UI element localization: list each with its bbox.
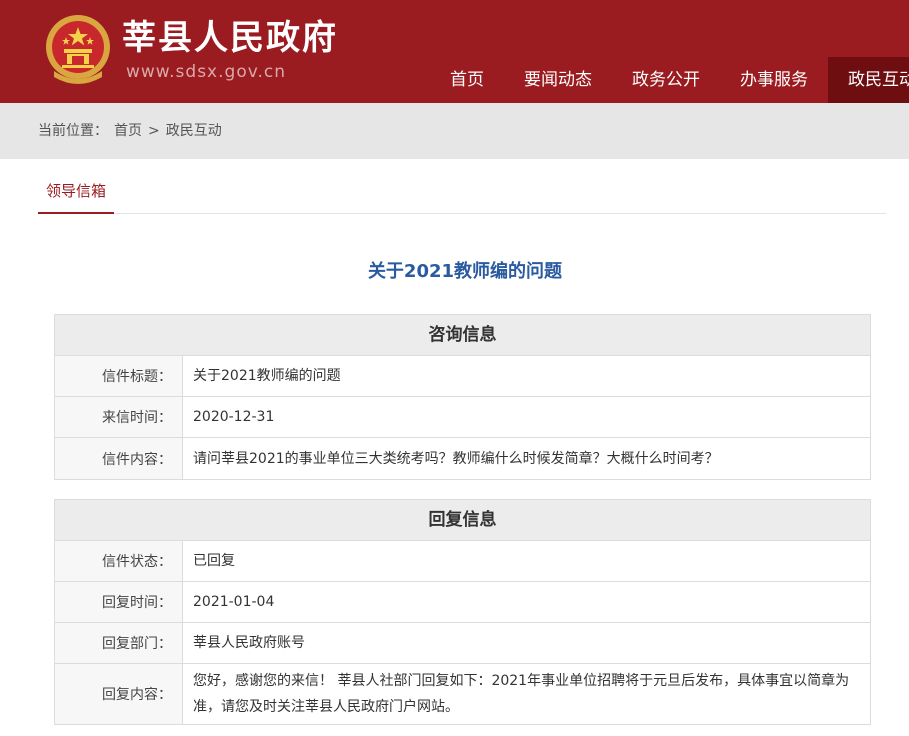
reply-content-label: 回复内容：: [55, 664, 183, 724]
breadcrumb-separator: >: [148, 123, 160, 139]
breadcrumb: 当前位置： 首页 > 政民互动: [38, 120, 228, 140]
table-row: 信件状态： 已回复: [55, 541, 870, 582]
nav-item-public-affairs[interactable]: 政务公开: [612, 57, 720, 103]
breadcrumb-home-link[interactable]: 首页: [114, 123, 142, 139]
page-title: 关于2021教师编的问题: [367, 261, 563, 282]
national-emblem-icon[interactable]: [44, 13, 112, 85]
table-row: 回复内容： 您好，感谢您的来信！ 莘县人社部门回复如下：2021年事业单位招聘将…: [55, 664, 870, 724]
nav-item-services[interactable]: 办事服务: [720, 57, 828, 103]
breadcrumb-bar: 当前位置： 首页 > 政民互动: [0, 103, 909, 159]
nav-item-home[interactable]: 首页: [430, 57, 504, 103]
site-title[interactable]: 莘县人民政府: [122, 16, 338, 60]
letter-title-value: 关于2021教师编的问题: [193, 368, 341, 384]
letter-date-value: 2020-12-31: [193, 409, 275, 425]
reply-department-value: 莘县人民政府账号: [193, 635, 305, 651]
reply-info-heading: 回复信息: [55, 500, 870, 541]
letter-status-value: 已回复: [193, 553, 235, 569]
letter-content-label: 信件内容：: [55, 438, 183, 479]
reply-department-label: 回复部门：: [55, 623, 183, 663]
nav-item-interaction[interactable]: 政民互动: [828, 57, 909, 103]
main-nav: 首页 要闻动态 政务公开 办事服务 政民互动: [430, 57, 909, 103]
letter-content-value: 请问莘县2021的事业单位三大类统考吗？教师编什么时候发简章？大概什么时间考？: [193, 450, 719, 467]
table-row: 信件内容： 请问莘县2021的事业单位三大类统考吗？教师编什么时候发简章？大概什…: [55, 438, 870, 479]
table-row: 回复时间： 2021-01-04: [55, 582, 870, 623]
breadcrumb-prefix: 当前位置：: [38, 123, 108, 139]
tab-leader-mailbox[interactable]: 领导信箱: [38, 172, 115, 214]
nav-item-news[interactable]: 要闻动态: [504, 57, 612, 103]
letter-date-label: 来信时间：: [55, 397, 183, 437]
breadcrumb-current-link[interactable]: 政民互动: [166, 123, 222, 139]
letter-title-label: 信件标题：: [55, 356, 183, 396]
reply-content-value: 您好，感谢您的来信！ 莘县人社部门回复如下：2021年事业单位招聘将于元旦后发布…: [193, 673, 850, 715]
letter-status-label: 信件状态：: [55, 541, 183, 581]
site-header: 莘县人民政府 www.sdsx.gov.cn 首页 要闻动态 政务公开 办事服务…: [0, 0, 909, 103]
site-url: www.sdsx.gov.cn: [126, 62, 286, 82]
section-tabs: 领导信箱: [38, 172, 886, 214]
table-row: 信件标题： 关于2021教师编的问题: [55, 356, 870, 397]
table-row: 回复部门： 莘县人民政府账号: [55, 623, 870, 664]
reply-info-table: 回复信息 信件状态： 已回复 回复时间： 2021-01-04 回复部门： 莘县…: [54, 499, 871, 725]
reply-date-label: 回复时间：: [55, 582, 183, 622]
consult-info-heading: 咨询信息: [55, 315, 870, 356]
consult-info-table: 咨询信息 信件标题： 关于2021教师编的问题 来信时间： 2020-12-31…: [54, 314, 871, 480]
reply-date-value: 2021-01-04: [193, 594, 275, 610]
table-row: 来信时间： 2020-12-31: [55, 397, 870, 438]
